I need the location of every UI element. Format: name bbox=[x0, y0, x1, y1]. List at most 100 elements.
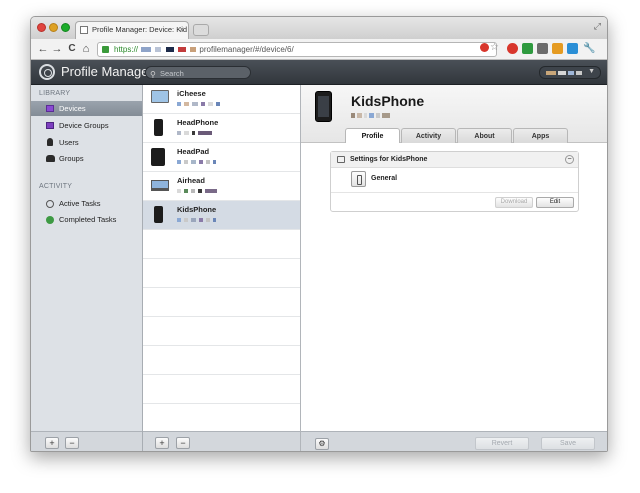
redacted-device-detail bbox=[177, 131, 215, 135]
device-title: KidsPhone bbox=[351, 93, 425, 109]
redacted-host bbox=[190, 47, 197, 53]
download-button[interactable]: Download bbox=[495, 197, 533, 208]
payload-label[interactable]: General bbox=[371, 175, 397, 182]
url-protocol: https:// bbox=[114, 45, 139, 54]
add-device-button[interactable]: + bbox=[155, 437, 169, 449]
lock-icon bbox=[102, 46, 109, 53]
blocked-icon[interactable] bbox=[480, 43, 489, 52]
home-button[interactable]: ⌂ bbox=[80, 42, 92, 56]
settings-panel: Settings for KidsPhone − General Downloa… bbox=[330, 151, 579, 212]
minimize-window-button[interactable] bbox=[49, 23, 58, 32]
close-tab-icon[interactable]: × bbox=[179, 22, 184, 38]
address-bar[interactable]: https:// profilemanager/#/device/6/ bbox=[97, 42, 497, 57]
opera-extension-icon[interactable] bbox=[507, 43, 518, 54]
edit-button[interactable]: Edit bbox=[536, 197, 574, 208]
device-row-kidsphone[interactable]: KidsPhone bbox=[143, 201, 300, 230]
sidebar-item-label: Completed Tasks bbox=[59, 215, 117, 224]
tab-profile[interactable]: Profile bbox=[345, 128, 400, 143]
user-menu[interactable]: ▼ bbox=[539, 66, 601, 79]
completed-tasks-icon bbox=[46, 216, 54, 224]
back-button[interactable]: ← bbox=[37, 42, 49, 56]
evernote-extension-icon[interactable] bbox=[522, 43, 533, 54]
device-row-airhead[interactable]: Airhead bbox=[143, 172, 300, 201]
device-name: iCheese bbox=[177, 89, 206, 98]
redacted-host bbox=[165, 47, 174, 53]
sidebar-item-label: Users bbox=[59, 138, 79, 147]
save-button[interactable]: Save bbox=[541, 437, 595, 450]
remove-device-button[interactable]: − bbox=[176, 437, 190, 449]
device-name: HeadPad bbox=[177, 147, 210, 156]
amazon-extension-icon[interactable] bbox=[552, 43, 563, 54]
sidebar: LIBRARY Devices Device Groups Users Grou… bbox=[31, 85, 143, 451]
sidebar-item-completed-tasks[interactable]: Completed Tasks bbox=[31, 212, 142, 227]
library-heading: LIBRARY bbox=[39, 90, 71, 97]
revert-button[interactable]: Revert bbox=[475, 437, 529, 450]
sidebar-item-users[interactable]: Users bbox=[31, 135, 142, 150]
page-favicon-icon bbox=[80, 26, 88, 34]
redacted-host bbox=[177, 47, 186, 53]
device-list-footer: + − bbox=[143, 431, 300, 451]
reload-button[interactable]: C bbox=[66, 42, 78, 56]
device-row-icheese[interactable]: iCheese bbox=[143, 85, 300, 114]
tab-apps[interactable]: Apps bbox=[513, 128, 568, 143]
browser-tab-title: Profile Manager: Device: Kid bbox=[92, 25, 188, 34]
sidebar-item-label: Active Tasks bbox=[59, 199, 101, 208]
active-tasks-icon bbox=[46, 200, 54, 208]
sidebar-item-label: Devices bbox=[59, 104, 86, 113]
mail-extension-icon[interactable] bbox=[567, 43, 578, 54]
app-title: Profile Manager bbox=[61, 64, 153, 79]
settings-header: Settings for KidsPhone − bbox=[331, 152, 578, 168]
tools-extension-icon[interactable] bbox=[537, 43, 548, 54]
close-window-button[interactable] bbox=[37, 23, 46, 32]
remove-button[interactable]: − bbox=[65, 437, 79, 449]
macbook-icon bbox=[151, 180, 169, 191]
empty-row bbox=[143, 317, 300, 346]
collapse-button[interactable]: − bbox=[565, 155, 574, 164]
tab-strip: Profile Manager: Device: Kid × ⤢ bbox=[31, 17, 607, 39]
device-name: HeadPhone bbox=[177, 118, 219, 127]
empty-row bbox=[143, 346, 300, 375]
settings-title: Settings for KidsPhone bbox=[350, 156, 428, 163]
iphone-icon bbox=[315, 91, 332, 122]
browser-window: Profile Manager: Device: Kid × ⤢ ← → C ⌂… bbox=[30, 16, 608, 452]
empty-row bbox=[143, 404, 300, 433]
sidebar-item-active-tasks[interactable]: Active Tasks bbox=[31, 196, 142, 211]
redacted-username bbox=[546, 71, 556, 75]
device-detail-pane: KidsPhone Profile Activity About Apps Se… bbox=[301, 85, 607, 451]
redacted-username bbox=[576, 71, 582, 75]
tab-activity[interactable]: Activity bbox=[401, 128, 456, 143]
general-payload-icon[interactable] bbox=[351, 171, 366, 187]
device-name: KidsPhone bbox=[177, 205, 217, 214]
sidebar-item-devices[interactable]: Devices bbox=[31, 101, 142, 116]
gear-button[interactable]: ⚙ bbox=[315, 438, 329, 450]
tab-about[interactable]: About bbox=[457, 128, 512, 143]
search-icon: ⚲ bbox=[150, 70, 156, 79]
browser-tab[interactable]: Profile Manager: Device: Kid × bbox=[75, 21, 189, 39]
add-button[interactable]: + bbox=[45, 437, 59, 449]
url-path: profilemanager/#/device/6/ bbox=[199, 45, 294, 54]
sidebar-item-groups[interactable]: Groups bbox=[31, 151, 142, 166]
redacted-device-detail bbox=[177, 160, 219, 164]
device-row-headphone[interactable]: HeadPhone bbox=[143, 114, 300, 143]
device-row-headpad[interactable]: HeadPad bbox=[143, 143, 300, 172]
sidebar-item-label: Device Groups bbox=[59, 121, 109, 130]
forward-button[interactable]: → bbox=[51, 42, 63, 56]
device-header: KidsPhone Profile Activity About Apps bbox=[301, 85, 607, 143]
settings-profile-icon bbox=[337, 156, 345, 163]
bookmark-star-icon[interactable]: ☆ bbox=[490, 42, 499, 54]
wrench-menu-icon[interactable]: 🔧 bbox=[583, 42, 595, 55]
sidebar-footer: + − bbox=[31, 431, 142, 451]
iphone-icon bbox=[154, 119, 163, 136]
redacted-device-detail bbox=[177, 218, 219, 222]
empty-row bbox=[143, 230, 300, 259]
detail-footer: ⚙ Revert Save bbox=[301, 431, 607, 451]
profile-manager-logo-icon bbox=[39, 64, 55, 80]
search-field[interactable]: ⚲ Search bbox=[145, 66, 251, 79]
zoom-window-button[interactable] bbox=[61, 23, 70, 32]
new-tab-button[interactable] bbox=[193, 24, 209, 36]
browser-toolbar: ← → C ⌂ https:// profilemanager/#/device… bbox=[31, 39, 607, 60]
iphone-icon bbox=[154, 206, 163, 223]
sidebar-item-device-groups[interactable]: Device Groups bbox=[31, 118, 142, 133]
ipad-icon bbox=[151, 148, 165, 166]
fullscreen-icon[interactable]: ⤢ bbox=[594, 21, 601, 32]
